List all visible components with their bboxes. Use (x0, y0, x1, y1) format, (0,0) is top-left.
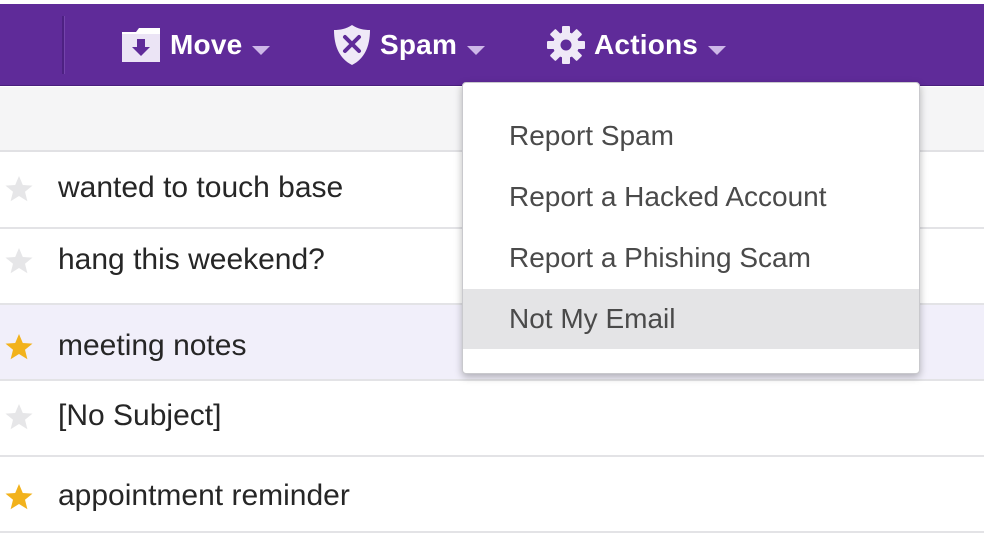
star-icon[interactable] (4, 482, 34, 512)
toolbar: Move Spam Actions (0, 4, 984, 86)
spam-button-label: Spam (380, 29, 458, 60)
message-subject: appointment reminder (58, 479, 350, 512)
menu-item-report-hacked-account[interactable]: Report a Hacked Account (463, 167, 919, 227)
move-button-label: Move (170, 29, 243, 60)
gear-icon (546, 25, 586, 65)
chevron-down-icon (467, 31, 486, 63)
table-row[interactable]: appointment reminder (0, 457, 984, 533)
menu-item-label: Report a Hacked Account (509, 181, 827, 212)
shield-x-icon (332, 23, 372, 67)
folder-move-icon (120, 26, 162, 64)
star-icon[interactable] (4, 332, 34, 362)
star-icon[interactable] (4, 246, 34, 276)
actions-button-label: Actions (594, 29, 699, 60)
menu-item-label: Report a Phishing Scam (509, 242, 811, 273)
menu-item-not-my-email[interactable]: Not My Email (463, 289, 919, 349)
message-subject: wanted to touch base (58, 171, 344, 204)
message-subject: [No Subject] (58, 399, 222, 432)
toolbar-separator (62, 16, 64, 74)
message-subject: hang this weekend? (58, 243, 325, 276)
menu-item-label: Not My Email (509, 303, 676, 334)
menu-item-report-phishing-scam[interactable]: Report a Phishing Scam (463, 228, 919, 288)
menu-item-report-spam[interactable]: Report Spam (463, 106, 919, 166)
star-icon[interactable] (4, 174, 34, 204)
spam-dropdown-menu: Report Spam Report a Hacked Account Repo… (462, 82, 920, 374)
actions-button[interactable]: Actions (546, 20, 727, 70)
menu-item-label: Report Spam (509, 120, 674, 151)
message-subject: meeting notes (58, 329, 247, 362)
spam-button[interactable]: Spam (332, 20, 486, 70)
star-icon[interactable] (4, 402, 34, 432)
chevron-down-icon (252, 31, 271, 63)
table-row[interactable]: [No Subject] (0, 381, 984, 457)
move-button[interactable]: Move (120, 20, 271, 70)
chevron-down-icon (708, 31, 727, 63)
